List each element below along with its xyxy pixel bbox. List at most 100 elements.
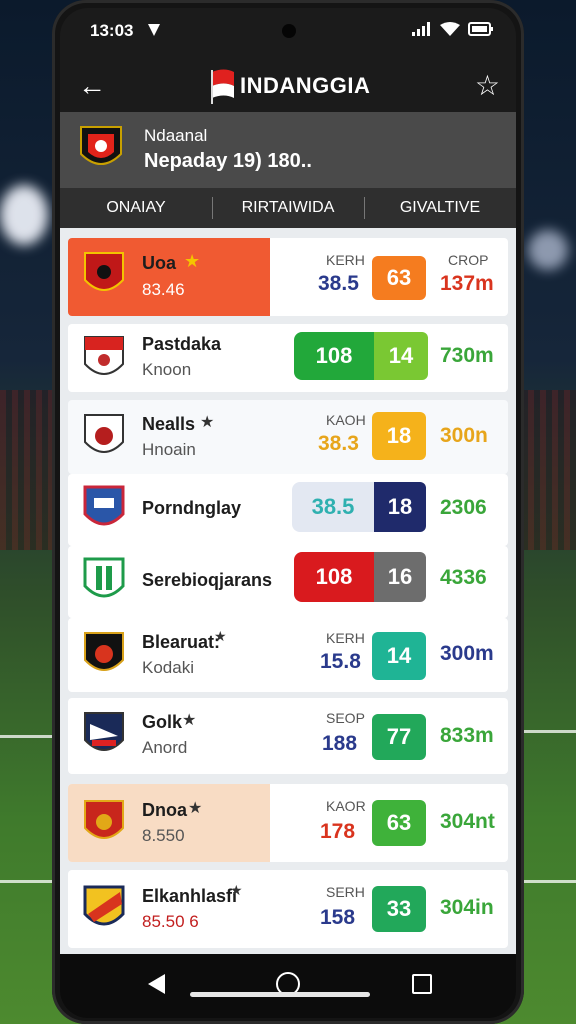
team-sub: Knoon <box>142 360 192 379</box>
list-item[interactable]: Blearuat: ★ Kodaki KERH 15.8 14 300m <box>68 618 508 692</box>
front-camera <box>282 24 296 38</box>
star-icon: ★ <box>188 800 203 817</box>
system-nav-bar <box>60 954 516 1018</box>
stat-value: 300n <box>440 424 488 447</box>
stat-value: 833m <box>440 724 494 747</box>
team-crest-icon <box>84 800 124 839</box>
list-item[interactable]: Nealls ★ Hnoain KAOH 38.3 18 300n <box>68 400 508 474</box>
star-icon: ★ <box>182 712 197 729</box>
star-icon: ★ <box>230 882 243 898</box>
team-name: Uoa <box>142 253 177 273</box>
star-icon: ★ <box>214 628 227 644</box>
team-crest-icon <box>83 557 125 598</box>
team-sub: 83.46 <box>142 280 185 299</box>
stat-value: 300m <box>440 642 494 665</box>
team-crest-icon <box>83 885 125 926</box>
stat-value: 178 <box>320 820 356 843</box>
list-item[interactable]: Elkanhlasfi ★ 85.50 6 SERH 158 33 304in <box>68 870 508 948</box>
star-icon: ★ <box>184 251 201 271</box>
list-item[interactable]: Golk ★ Anord SEOP 188 77 833m <box>68 698 508 774</box>
team-crest-icon <box>84 252 124 291</box>
location-icon <box>148 24 160 36</box>
team-name: Pastdaka <box>142 334 222 354</box>
indonesia-flag-icon <box>211 69 234 104</box>
team-name: Blearuat: <box>142 632 221 652</box>
score-pill: 18 <box>372 412 426 460</box>
stat-value: 38.3 <box>318 432 359 455</box>
team-crest-icon <box>84 336 124 375</box>
team-sub: Anord <box>142 738 188 757</box>
score-pill: 14 <box>374 332 428 380</box>
match-competition: Ndaanal <box>144 126 208 145</box>
team-crest-icon <box>84 414 124 453</box>
list-item[interactable]: Porndnglay 38.5 18 2306 <box>68 474 508 546</box>
team-sub: Kodaki <box>142 658 194 677</box>
standings-list: Uoa ★ 83.46 KERH 38.5 63 CROP 137m Pastd… <box>60 228 516 954</box>
team-name: Nealls <box>142 414 196 434</box>
score-pill: 63 <box>372 800 426 846</box>
app-bar: ← INDANGGIA ☆ <box>60 58 516 116</box>
list-item[interactable]: Serebioqjarans 108 16 4336 <box>68 546 508 618</box>
status-bar: 13:03 <box>60 8 516 54</box>
phone-screen: 13:03 ← INDANGGIA ☆ Ndaanal Nepaday 19) … <box>60 8 516 1018</box>
stat-value: 15.8 <box>320 650 361 673</box>
signal-icon <box>412 22 430 36</box>
wifi-icon <box>440 22 460 36</box>
team-sub: 8.550 <box>142 826 185 845</box>
stat-value: 304in <box>440 896 494 919</box>
score-pill: 16 <box>374 552 426 602</box>
battery-icon <box>468 22 493 36</box>
tab-1[interactable]: ONAIAY <box>60 188 212 228</box>
score-pill: 14 <box>372 632 426 680</box>
stat-value: 2306 <box>440 496 487 519</box>
team-name: Porndnglay <box>142 498 242 518</box>
team-sub: 85.50 6 <box>142 912 199 931</box>
score-pill: 63 <box>372 256 426 300</box>
score-pill: 38.5 <box>292 482 374 532</box>
favorite-star-icon[interactable]: ☆ <box>475 69 500 102</box>
nav-back-icon[interactable] <box>148 974 165 994</box>
app-title: INDANGGIA <box>240 73 371 98</box>
score-pill: 108 <box>294 332 374 380</box>
stat-value: 137m <box>440 272 494 295</box>
stat-value: 38.5 <box>318 272 359 295</box>
stat-label: KAOH <box>326 412 366 428</box>
team-crest-icon <box>84 712 124 751</box>
back-arrow-icon[interactable]: ← <box>78 70 106 102</box>
gesture-bar[interactable] <box>190 992 370 997</box>
team-crest-icon <box>84 632 124 671</box>
team-name: Elkanhlasfi <box>142 886 238 906</box>
team-name: Serebioqjarans <box>142 570 273 590</box>
team-name: Dnoa <box>142 800 187 820</box>
score-pill: 18 <box>374 482 426 532</box>
stat-label: SEOP <box>326 710 365 726</box>
stat-label: KERH <box>326 630 365 646</box>
stat-value: 4336 <box>440 566 487 589</box>
score-pill: 33 <box>372 886 426 932</box>
stat-value: 188 <box>322 732 358 755</box>
star-icon: ★ <box>200 414 215 431</box>
team-sub: Hnoain <box>142 440 196 459</box>
tab-3[interactable]: GIVALTIVE <box>364 188 516 228</box>
tab-2[interactable]: RIRTAIWIDA <box>212 188 364 228</box>
team-crest-icon <box>80 126 122 165</box>
stat-label: KERH <box>326 252 365 268</box>
list-item[interactable]: Uoa ★ 83.46 KERH 38.5 63 CROP 137m <box>68 238 508 316</box>
team-crest-icon <box>83 485 125 526</box>
phone-frame: 13:03 ← INDANGGIA ☆ Ndaanal Nepaday 19) … <box>52 0 524 1024</box>
nav-recents-icon[interactable] <box>412 974 432 994</box>
list-item[interactable]: Pastdaka Knoon 108 14 730m <box>68 324 508 392</box>
stat-label: KAOR <box>326 798 366 814</box>
list-item[interactable]: Dnoa ★ 8.550 KAOR 178 63 304nt <box>68 784 508 862</box>
stat-value: 158 <box>320 906 356 929</box>
team-name: Golk <box>142 712 183 732</box>
stat-label: SERH <box>326 884 365 900</box>
status-time: 13:03 <box>90 21 134 40</box>
score-pill: 108 <box>294 552 374 602</box>
stat-value: 730m <box>440 344 494 367</box>
match-header: Ndaanal Nepaday 19) 180.. <box>60 112 516 188</box>
score-pill: 77 <box>372 714 426 760</box>
match-date: Nepaday 19) 180.. <box>144 150 312 172</box>
tab-bar: ONAIAY RIRTAIWIDA GIVALTIVE <box>60 188 516 228</box>
stat-value: 304nt <box>440 810 495 833</box>
